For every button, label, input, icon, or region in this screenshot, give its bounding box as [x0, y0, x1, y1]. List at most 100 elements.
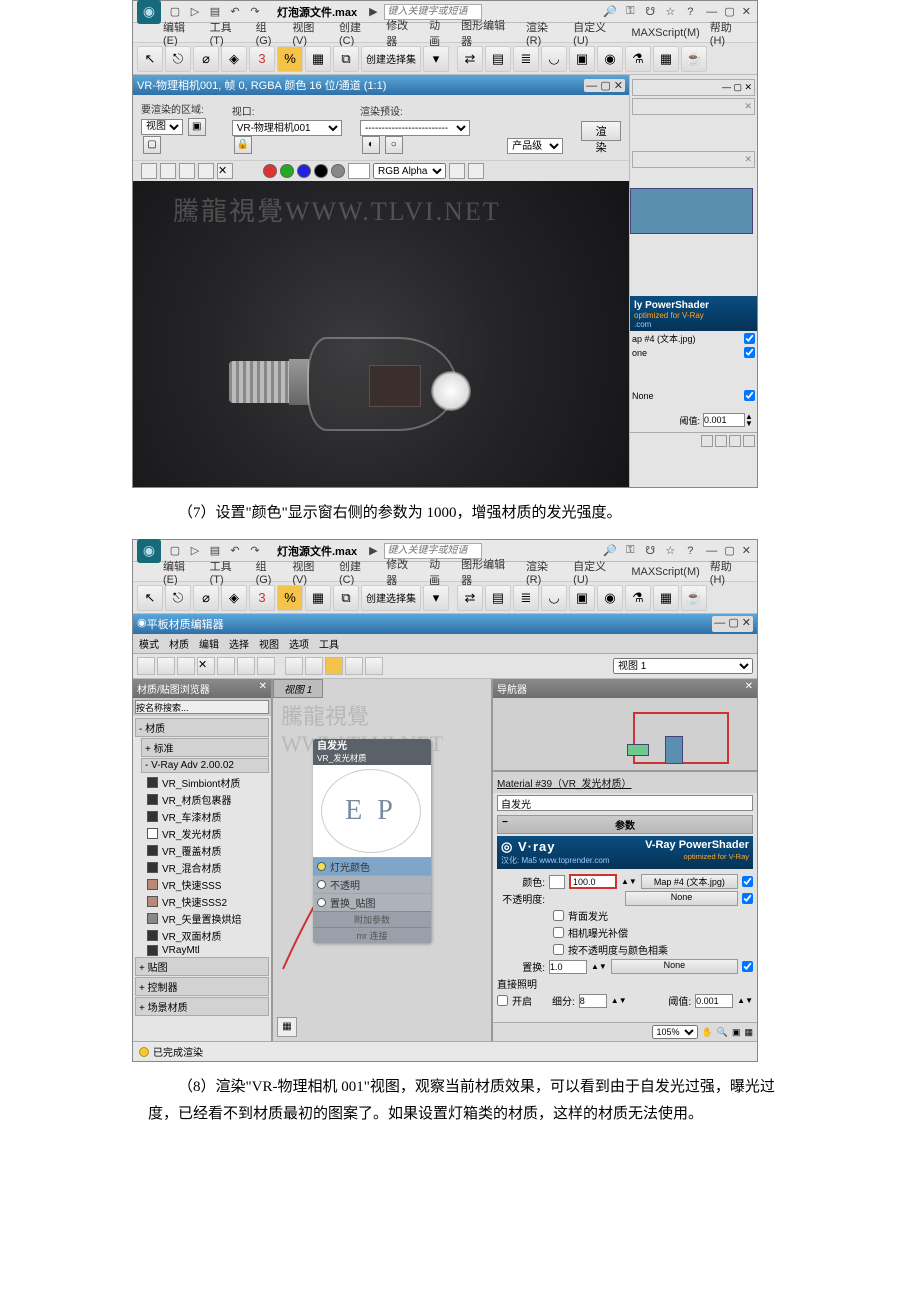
slot-mr[interactable]: mr 连接: [313, 927, 431, 943]
tb-schematic[interactable]: ▣: [569, 46, 595, 72]
navigator-map[interactable]: [493, 698, 757, 772]
tb-render[interactable]: ☕: [681, 46, 707, 72]
tb-render-setup[interactable]: ⚗: [625, 46, 651, 72]
star-icon[interactable]: ☆: [661, 3, 679, 21]
tb-more[interactable]: ▾: [423, 46, 449, 72]
mat-carpaint[interactable]: VR_车漆材质: [135, 808, 269, 825]
tb-render-frame[interactable]: ▦: [653, 46, 679, 72]
menu-group[interactable]: 组(G): [256, 19, 283, 47]
channel-mono[interactable]: [331, 164, 345, 178]
group-maps[interactable]: + 贴图: [135, 957, 269, 976]
thresh-value[interactable]: [695, 994, 733, 1008]
view-tab[interactable]: 视图 1: [273, 679, 323, 698]
slate-tb-select[interactable]: [137, 657, 155, 675]
slot-displacement[interactable]: 置换_贴图: [313, 893, 431, 911]
rt-clear[interactable]: ✕: [217, 163, 233, 179]
help-icon[interactable]: ?: [681, 3, 699, 21]
tb-align[interactable]: ▦: [305, 46, 331, 72]
person-icon[interactable]: ☋: [641, 3, 659, 21]
mat-2sided[interactable]: VR_双面材质: [135, 927, 269, 944]
main-menu[interactable]: 编辑(E) 工具(T) 组(G) 视图(V) 创建(C) 修改器 动画 图形编辑…: [133, 23, 757, 43]
thresh-field[interactable]: [703, 413, 745, 427]
window-buttons[interactable]: — ▢ ✕: [706, 5, 753, 18]
area-btn-1[interactable]: ▣: [188, 118, 206, 136]
color-map-check[interactable]: [742, 876, 753, 887]
render-window-buttons[interactable]: — ▢ ✕: [584, 79, 625, 92]
mat-light[interactable]: VR_发光材质: [135, 825, 269, 842]
color-map-button[interactable]: Map #4 (文本.jpg): [641, 874, 738, 889]
disp-map-check[interactable]: [742, 961, 753, 972]
menu-help[interactable]: 帮助(H): [710, 19, 747, 47]
multiply-check[interactable]: [553, 944, 564, 955]
area-select[interactable]: 视图: [141, 119, 183, 135]
render-button[interactable]: 渲染: [581, 121, 621, 141]
subdiv-value[interactable]: [579, 994, 607, 1008]
rt-toggle2[interactable]: [468, 163, 484, 179]
group-materials[interactable]: - 材质: [135, 718, 269, 737]
menu-graph[interactable]: 图形编辑器: [461, 17, 516, 49]
map1-check[interactable]: [744, 333, 755, 344]
preset-btn-1[interactable]: ◐: [362, 136, 380, 154]
opacity-map-button[interactable]: None: [625, 891, 738, 906]
mat-blend[interactable]: VR_混合材质: [135, 859, 269, 876]
map2-check[interactable]: [744, 347, 755, 358]
viewport-lock[interactable]: 🔒: [234, 136, 252, 154]
rt-print[interactable]: [198, 163, 214, 179]
nav-btn[interactable]: [701, 435, 713, 447]
mat-sss[interactable]: VR_快速SSS: [135, 876, 269, 893]
menu-create[interactable]: 创建(C): [339, 19, 376, 47]
layout-button[interactable]: ▦: [277, 1017, 297, 1037]
nav-zoom-icon[interactable]: 🔍: [717, 1027, 728, 1038]
menu-maxscript[interactable]: MAXScript(M): [631, 27, 699, 39]
tb-link[interactable]: ⎋: [165, 46, 191, 72]
tb-percent[interactable]: %: [277, 46, 303, 72]
node-view[interactable]: 视图 1 騰龍視覺WWW.TLVI.NET 自发光 VR_发光材质 E P 灯光…: [273, 679, 493, 1041]
tb-mirror[interactable]: ⇄: [457, 46, 483, 72]
slate-view-select[interactable]: 视图 1: [613, 658, 753, 674]
rt-toggle1[interactable]: [449, 163, 465, 179]
navigator-close[interactable]: ✕: [745, 681, 753, 696]
slot-light-color[interactable]: 灯光颜色: [313, 857, 431, 875]
nav-fit-icon[interactable]: ▣: [732, 1027, 741, 1038]
slate-window-buttons[interactable]: — ▢ ✕: [712, 616, 753, 632]
production-select[interactable]: 产品级: [507, 138, 563, 154]
nav-btn2[interactable]: [715, 435, 727, 447]
key-icon[interactable]: ⚿: [621, 3, 639, 21]
tb-align2[interactable]: ▤: [485, 46, 511, 72]
mat-vraymtl[interactable]: VRayMtl: [135, 944, 269, 957]
rt-clone[interactable]: [160, 163, 176, 179]
group-standard[interactable]: + 标准: [141, 738, 269, 757]
viewport-select[interactable]: VR-物理相机001: [232, 120, 342, 136]
preset-btn-2[interactable]: ○: [385, 136, 403, 154]
slate-menu[interactable]: 模式材质 编辑选择 视图选项 工具: [133, 634, 757, 654]
nav-grid-icon[interactable]: ▦: [744, 1027, 753, 1038]
menu-edit[interactable]: 编辑(E): [163, 19, 200, 47]
menu-tools[interactable]: 工具(T): [210, 19, 246, 47]
rt-save[interactable]: [141, 163, 157, 179]
channel-r[interactable]: [263, 164, 277, 178]
group-controllers[interactable]: + 控制器: [135, 977, 269, 996]
nav-btn4[interactable]: [743, 435, 755, 447]
tb-unlink[interactable]: ⌀: [193, 46, 219, 72]
tb-layer[interactable]: ⧉: [333, 46, 359, 72]
browser-close[interactable]: ✕: [259, 681, 267, 696]
channel-a[interactable]: [314, 164, 328, 178]
channel-swatch[interactable]: [348, 163, 370, 179]
tb-3[interactable]: 3: [249, 46, 275, 72]
play-icon[interactable]: ▶: [369, 5, 377, 18]
zoom-select[interactable]: 105%: [652, 1025, 698, 1039]
disp-value[interactable]: [549, 960, 587, 974]
map3-check[interactable]: [744, 390, 755, 401]
color-swatch[interactable]: [549, 875, 565, 889]
browser-search[interactable]: [135, 700, 269, 714]
menu-render[interactable]: 渲染(R): [526, 19, 563, 47]
backface-check[interactable]: [553, 910, 564, 921]
slot-opacity[interactable]: 不透明: [313, 875, 431, 893]
material-name-field[interactable]: [497, 795, 753, 811]
tb-bind[interactable]: ◈: [221, 46, 247, 72]
opacity-map-check[interactable]: [742, 893, 753, 904]
material-tree[interactable]: - 材质 + 标准 - V-Ray Adv 2.00.02 VR_Simbion…: [133, 716, 271, 1041]
main-menu-2[interactable]: 编辑(E)工具(T) 组(G)视图(V) 创建(C)修改器 动画图形编辑器 渲染…: [133, 562, 757, 582]
mat-vdisp[interactable]: VR_矢量置换烘焙: [135, 910, 269, 927]
tb-curve[interactable]: ◡: [541, 46, 567, 72]
